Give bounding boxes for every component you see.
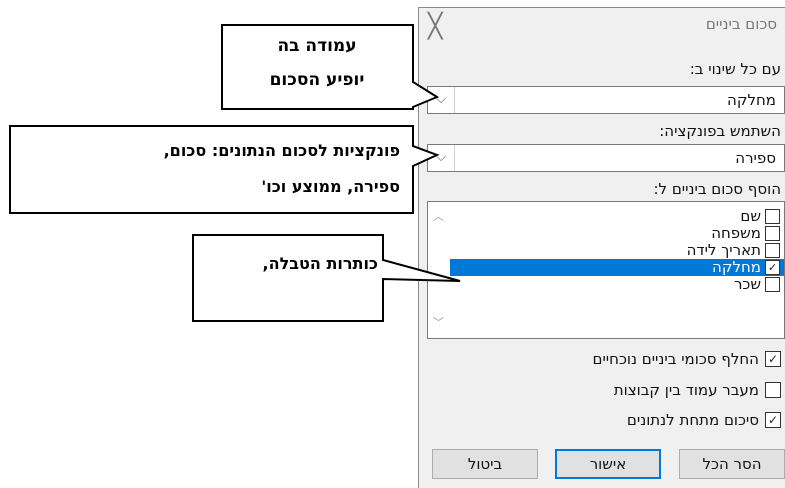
list-item[interactable]: שם — [450, 208, 784, 225]
use-function-value: ספירה — [735, 149, 776, 167]
at-each-change-value: מחלקה — [727, 91, 776, 109]
callout-function-line2: ספירה, ממוצע וכו' — [261, 177, 400, 196]
at-each-change-label: עם כל שינוי ב: — [689, 60, 781, 78]
callout-headers-text: כותרות הטבלה, — [262, 254, 378, 273]
list-item[interactable]: תאריך לידה — [450, 242, 784, 259]
checkbox[interactable] — [765, 226, 780, 241]
dialog-title: סכום ביניים — [705, 15, 777, 33]
scroll-up-icon[interactable]: ︿ — [433, 208, 444, 224]
checkbox-checked[interactable]: ✓ — [765, 351, 781, 367]
option-label: סיכום מתחת לנתונים — [626, 411, 759, 429]
at-each-change-select[interactable]: מחלקה ⌵ — [427, 86, 785, 114]
chevron-down-icon[interactable]: ⌵ — [428, 145, 455, 171]
checkbox-checked[interactable]: ✓ — [765, 412, 781, 428]
ok-button[interactable]: אישור — [555, 449, 661, 479]
remove-all-button[interactable]: הסר הכל — [679, 449, 785, 479]
list-item[interactable]: משפחה — [450, 225, 784, 242]
option-label: מעבר עמוד בין קבוצות — [613, 381, 759, 399]
add-subtotal-label: הוסף סכום ביניים ל: — [653, 180, 782, 198]
checkbox[interactable] — [765, 277, 780, 292]
list-item-label: שכר — [733, 275, 761, 293]
use-function-label: השתמש בפונקציה: — [659, 122, 781, 140]
checkbox[interactable] — [765, 382, 781, 398]
checkbox-checked[interactable]: ✓ — [765, 260, 780, 275]
list-item-label: תאריך לידה — [686, 241, 761, 259]
scroll-down-icon[interactable]: ﹀ — [433, 314, 444, 330]
close-icon[interactable]: ╳ — [428, 14, 442, 38]
option-label: החלף סכומי ביניים נוכחיים — [592, 350, 759, 368]
list-item-label: משפחה — [711, 224, 761, 242]
checkbox[interactable] — [765, 243, 780, 258]
list-item-label: שם — [740, 207, 761, 225]
cancel-button[interactable]: ביטול — [432, 449, 538, 479]
chevron-down-icon[interactable]: ⌵ — [428, 87, 455, 113]
add-subtotal-list[interactable]: ︿ ﹀ שם משפחה תאריך לידה ✓ מחלקה שכר — [427, 201, 785, 339]
callout-function-line1: פונקציות לסכום הנתונים: סכום, — [163, 141, 400, 160]
list-item-selected[interactable]: ✓ מחלקה — [450, 259, 784, 276]
use-function-select[interactable]: ספירה ⌵ — [427, 144, 785, 172]
callout-column-line2: יופיע הסכום — [269, 70, 365, 90]
checkbox[interactable] — [765, 209, 780, 224]
callout-column-line1: עמודה בה — [277, 36, 357, 56]
list-scrollbar[interactable]: ︿ ﹀ — [428, 202, 448, 338]
list-item-label: מחלקה — [712, 258, 761, 276]
list-item[interactable]: שכר — [450, 276, 784, 293]
